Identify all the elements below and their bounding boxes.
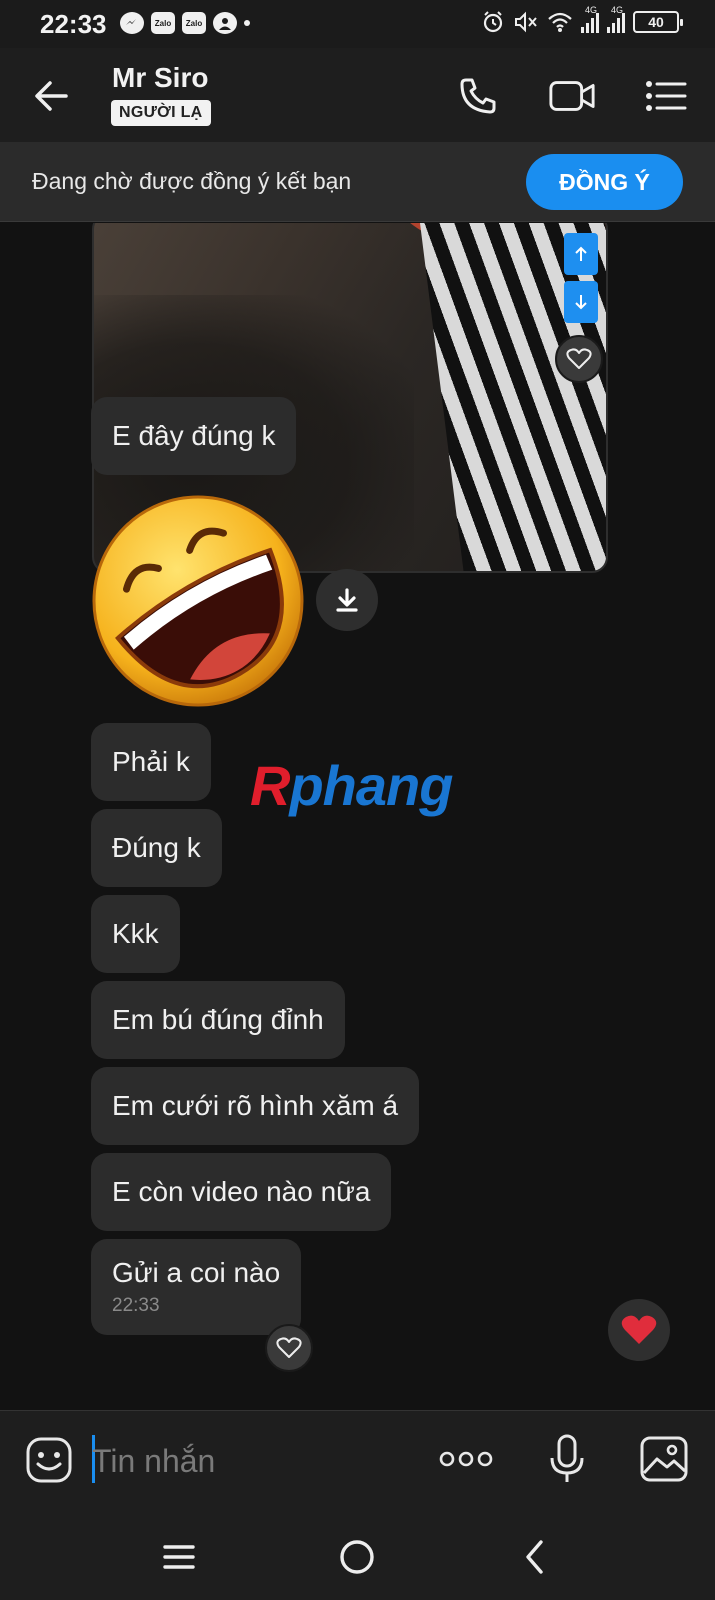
call-button[interactable]: [454, 72, 502, 120]
battery-icon: 40: [633, 11, 683, 33]
message-time: 22:33: [112, 1295, 160, 1316]
heart-icon: [621, 1315, 657, 1344]
chat-messages[interactable]: E đây đúng k Phải k Đúng k Kkk Em bú đún…: [0, 223, 715, 1410]
heart-outline-icon: [276, 1337, 302, 1358]
emoji-icon: [26, 1437, 72, 1483]
zalo-icon: Zalo: [151, 12, 175, 34]
menu-button[interactable]: [642, 72, 690, 120]
message-bubble[interactable]: Gửi a coi nào 22:33: [91, 1239, 302, 1335]
signal-icon: 4G: [607, 5, 625, 33]
more-icon: [439, 1451, 493, 1467]
message-bubble[interactable]: E đây đúng k: [91, 397, 297, 475]
network-type-label: 4G: [611, 5, 624, 15]
laughing-sticker[interactable]: [92, 495, 304, 707]
back-nav-button[interactable]: [510, 1532, 560, 1582]
download-button[interactable]: [316, 569, 378, 631]
image-button[interactable]: [638, 1433, 690, 1485]
accept-friend-button[interactable]: ĐỒNG Ý: [526, 154, 683, 210]
friend-request-banner: Đang chờ được đồng ý kết bạn ĐỒNG Ý: [0, 142, 715, 222]
heart-outline-icon: [566, 348, 592, 369]
status-bar: 22:33 Zalo Zalo 4G 4G 40: [0, 0, 715, 48]
quick-heart-button[interactable]: [608, 1299, 670, 1361]
alarm-icon: [483, 11, 503, 33]
watermark-part: R: [250, 754, 290, 817]
message-bubble[interactable]: Phải k: [91, 723, 211, 801]
status-time: 22:33: [40, 9, 107, 39]
contact-icon: [213, 12, 237, 34]
video-call-button[interactable]: [548, 72, 596, 120]
home-button[interactable]: [332, 1532, 382, 1582]
microphone-icon: [550, 1434, 584, 1482]
image-icon: [640, 1436, 688, 1482]
friend-request-text: Đang chờ được đồng ý kết bạn: [32, 168, 352, 194]
download-icon: [336, 588, 358, 612]
message-bubble[interactable]: Em bú đúng đỉnh: [91, 981, 345, 1059]
message-composer: [0, 1410, 715, 1510]
react-button[interactable]: [265, 1324, 313, 1372]
system-icons: 4G 4G 40: [481, 5, 683, 34]
network-type-label: 4G: [585, 5, 598, 15]
recent-apps-button[interactable]: [154, 1532, 204, 1582]
arrow-up-icon: [575, 246, 587, 261]
watermark-part: phang: [289, 754, 453, 817]
back-button[interactable]: [30, 74, 74, 118]
menu-icon: [646, 81, 687, 111]
more-button[interactable]: [438, 1439, 494, 1479]
stranger-badge: NGƯỜI LẠ: [111, 100, 211, 126]
message-bubble[interactable]: Kkk: [91, 895, 180, 973]
back-icon: [526, 1540, 543, 1574]
message-bubble[interactable]: E còn video nào nữa: [91, 1153, 392, 1231]
notification-icons: Zalo Zalo: [120, 12, 250, 34]
system-navigation-bar: [0, 1510, 715, 1600]
zalo-icon: Zalo: [182, 12, 206, 34]
wifi-icon: [548, 12, 572, 32]
message-text: Gửi a coi nào: [112, 1257, 281, 1288]
scroll-down-button[interactable]: [564, 281, 598, 323]
recent-apps-icon: [163, 1545, 195, 1569]
laughing-face-icon: [92, 495, 304, 707]
scroll-up-button[interactable]: [564, 233, 598, 275]
home-icon: [340, 1540, 374, 1574]
react-button[interactable]: [555, 335, 603, 383]
emoji-button[interactable]: [24, 1435, 74, 1485]
signal-icon: 4G: [581, 5, 599, 33]
chat-header: Mr Siro NGƯỜI LẠ: [0, 48, 715, 142]
messenger-icon: [120, 12, 144, 34]
video-call-icon: [549, 81, 595, 111]
arrow-down-icon: [575, 295, 587, 310]
mute-icon: [515, 11, 537, 33]
back-arrow-icon: [35, 81, 68, 111]
message-input[interactable]: [92, 1435, 412, 1487]
watermark-logo: Rphang: [250, 753, 453, 818]
phone-icon: [460, 78, 496, 114]
message-bubble[interactable]: Em cưới rõ hình xăm á: [91, 1067, 420, 1145]
contact-name[interactable]: Mr Siro: [112, 62, 208, 94]
dot-icon: [244, 20, 250, 26]
voice-button[interactable]: [542, 1431, 592, 1487]
message-bubble[interactable]: Đúng k: [91, 809, 222, 887]
